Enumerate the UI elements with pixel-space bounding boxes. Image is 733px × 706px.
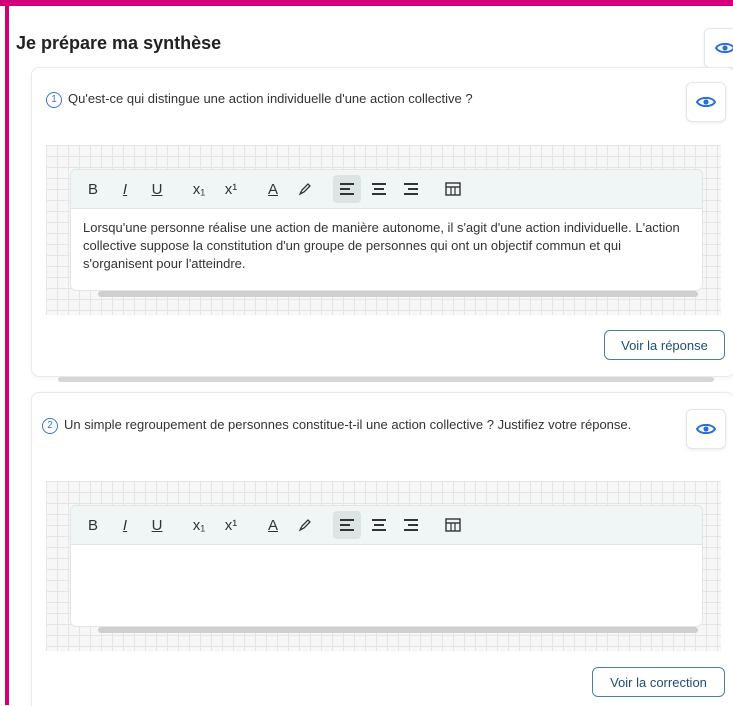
subscript-button[interactable]: x₁ <box>185 511 213 539</box>
answer-editor-1[interactable]: B I U x₁ x¹ A Lorsqu'une personne réalis… <box>70 169 703 291</box>
answer-grid-background: B I U x₁ x¹ A <box>46 145 721 315</box>
highlighter-icon <box>298 183 311 196</box>
editor-toolbar: B I U x₁ x¹ A <box>71 506 702 545</box>
editor-toolbar: B I U x₁ x¹ A <box>71 170 702 209</box>
align-left-button[interactable] <box>333 511 361 539</box>
align-center-icon <box>372 519 386 531</box>
align-right-icon <box>404 519 418 531</box>
highlighter-button[interactable] <box>291 175 319 203</box>
section-title: Je prépare ma synthèse <box>16 33 222 53</box>
align-left-button[interactable] <box>333 175 361 203</box>
align-center-button[interactable] <box>365 175 393 203</box>
editor-shadow <box>98 291 698 297</box>
answer-grid-background: B I U x₁ x¹ A <box>46 481 721 651</box>
voir-la-reponse-button[interactable]: Voir la réponse <box>604 330 725 360</box>
align-right-button[interactable] <box>397 511 425 539</box>
answer-text[interactable] <box>71 545 702 565</box>
question-number: 2 <box>42 418 58 434</box>
align-center-button[interactable] <box>365 511 393 539</box>
question-text: Un simple regroupement de personnes cons… <box>64 417 632 432</box>
bold-button[interactable]: B <box>79 511 107 539</box>
editor-shadow <box>98 627 698 633</box>
card-shadow <box>58 377 714 382</box>
table-icon <box>445 182 461 196</box>
eye-icon <box>696 423 716 435</box>
table-button[interactable] <box>439 511 467 539</box>
question-2-eye-button[interactable] <box>686 409 726 449</box>
highlighter-icon <box>298 519 311 532</box>
eye-icon <box>696 96 716 108</box>
highlighter-button[interactable] <box>291 511 319 539</box>
table-icon <box>445 518 461 532</box>
question-1-eye-button[interactable] <box>686 82 726 122</box>
answer-editor-2[interactable]: B I U x₁ x¹ A <box>70 505 703 627</box>
italic-button[interactable]: I <box>111 511 139 539</box>
bold-button[interactable]: B <box>79 175 107 203</box>
underline-button[interactable]: U <box>143 511 171 539</box>
eye-icon <box>715 42 733 54</box>
underline-button[interactable]: U <box>143 175 171 203</box>
font-color-button[interactable]: A <box>259 175 287 203</box>
voir-la-correction-button[interactable]: Voir la correction <box>592 667 725 697</box>
section-eye-button[interactable] <box>704 28 733 68</box>
align-center-icon <box>372 183 386 195</box>
question-1: 1 Qu'est-ce qui distingue une action indi… <box>46 89 646 109</box>
align-right-icon <box>404 183 418 195</box>
italic-button[interactable]: I <box>111 175 139 203</box>
align-right-button[interactable] <box>397 175 425 203</box>
table-button[interactable] <box>439 175 467 203</box>
superscript-button[interactable]: x¹ <box>217 511 245 539</box>
question-text: Qu'est-ce qui distingue une action indiv… <box>68 91 473 106</box>
question-2: 2 Un simple regroupement de personnes con… <box>42 415 642 435</box>
frame-top-border <box>0 0 733 6</box>
font-color-button[interactable]: A <box>259 511 287 539</box>
subscript-button[interactable]: x₁ <box>185 175 213 203</box>
frame-left-border <box>5 6 9 705</box>
align-left-icon <box>340 519 354 531</box>
align-left-icon <box>340 183 354 195</box>
question-card-2: 2 Un simple regroupement de personnes con… <box>31 392 733 706</box>
answer-text[interactable]: Lorsqu'une personne réalise une action d… <box>71 209 702 283</box>
question-number: 1 <box>46 92 62 108</box>
superscript-button[interactable]: x¹ <box>217 175 245 203</box>
question-card-1: 1 Qu'est-ce qui distingue une action indi… <box>31 67 733 377</box>
